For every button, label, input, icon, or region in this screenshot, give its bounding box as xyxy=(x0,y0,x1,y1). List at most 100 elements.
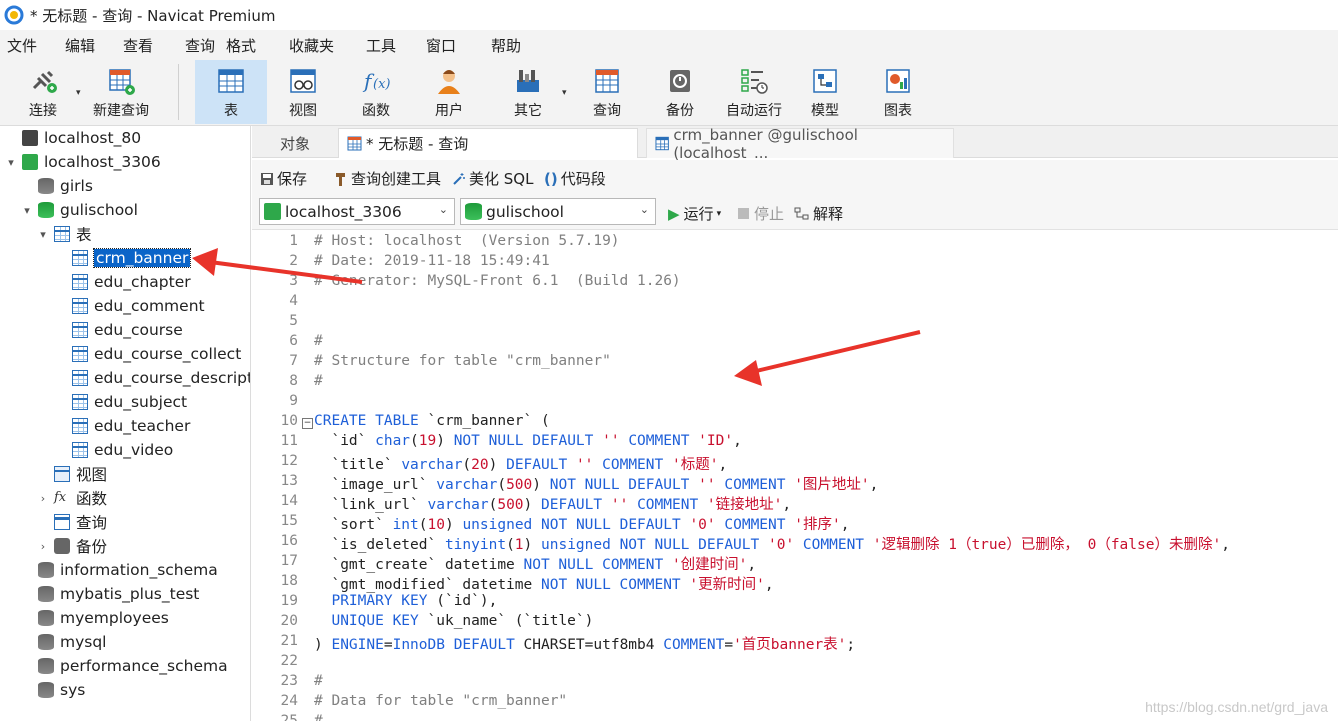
beautify-sql-button[interactable]: 美化 SQL xyxy=(452,168,533,189)
code-token: `sort` xyxy=(314,517,393,533)
tree-backups-folder[interactable]: › 备份 xyxy=(36,534,107,558)
menu-tools[interactable]: 工具 xyxy=(366,35,396,56)
menu-window[interactable]: 窗口 xyxy=(426,35,456,56)
chart-button[interactable]: 图表 xyxy=(863,60,933,124)
menu-query[interactable]: 查询 xyxy=(185,35,215,56)
backup-button[interactable]: 备份 xyxy=(645,60,715,124)
tree-table-item[interactable]: edu_course_descripti xyxy=(54,366,250,390)
other-dropdown-icon[interactable]: ▾ xyxy=(562,88,567,98)
database-icon xyxy=(38,634,54,650)
view-button[interactable]: 视图 xyxy=(268,60,338,124)
tree-queries-folder[interactable]: 查询 xyxy=(36,510,107,534)
tree-connection-localhost-3306[interactable]: ▾ localhost_3306 xyxy=(4,150,161,174)
view-icon xyxy=(54,466,70,482)
tab-objects[interactable]: 对象 xyxy=(272,128,318,158)
tab-query[interactable]: * 无标题 - 查询 xyxy=(338,128,638,158)
menu-favorites[interactable]: 收藏夹 xyxy=(289,35,334,56)
connection-select[interactable]: localhost_3306 ⌄ xyxy=(259,198,455,225)
code-token: `gmt_create` datetime xyxy=(314,557,524,573)
tree-table-item[interactable]: edu_subject xyxy=(54,390,187,414)
line-number: 7 xyxy=(289,353,298,369)
code-token: COMMENT xyxy=(602,457,664,473)
tree-db-gulischool[interactable]: ▾ gulischool xyxy=(20,198,138,222)
tree-db-item[interactable]: mysql xyxy=(20,630,107,654)
code-token: '' xyxy=(610,497,629,513)
tree-connection-localhost-80[interactable]: localhost_80 xyxy=(4,126,141,150)
user-button[interactable]: 用户 xyxy=(414,60,484,124)
query-builder-button[interactable]: 查询创建工具 xyxy=(334,168,441,189)
tree-db-girls[interactable]: girls xyxy=(20,174,93,198)
user-label: 用户 xyxy=(435,103,463,119)
code-token: , xyxy=(764,577,774,593)
user-icon xyxy=(434,66,464,96)
tab-table-crm-banner[interactable]: crm_banner @gulischool (localhost_... xyxy=(646,126,954,162)
tree-table-item[interactable]: edu_chapter xyxy=(54,270,191,294)
code-token: , xyxy=(718,457,728,473)
code-token: COMMENT xyxy=(663,637,725,653)
table-button[interactable]: 表 xyxy=(195,60,267,124)
menu-help[interactable]: 帮助 xyxy=(491,35,521,56)
braces-icon: () xyxy=(544,169,558,188)
code-token: ( xyxy=(410,433,419,449)
line-number: 14 xyxy=(280,493,298,509)
tree-table-item[interactable]: edu_comment xyxy=(54,294,205,318)
run-button[interactable]: ▶ 运行 ▾ xyxy=(668,203,721,224)
code-token: 'ID' xyxy=(698,433,734,449)
fold-toggle-icon[interactable]: − xyxy=(302,418,313,429)
table-icon xyxy=(72,394,88,410)
stop-button[interactable]: 停止 xyxy=(738,203,784,224)
chevron-right-icon[interactable]: › xyxy=(36,492,50,505)
query-button[interactable]: 查询 xyxy=(572,60,642,124)
code-snippet-button[interactable]: () 代码段 xyxy=(544,168,606,189)
code-line: `gmt_create` datetime NOT NULL COMMENT '… xyxy=(314,553,756,574)
code-line: `sort` int(10) unsigned NOT NULL DEFAULT… xyxy=(314,513,849,534)
tree-table-item[interactable]: crm_banner xyxy=(54,246,192,270)
database-select[interactable]: gulischool ⌄ xyxy=(460,198,656,225)
navigation-tree[interactable]: localhost_80 ▾ localhost_3306 girls ▾ gu… xyxy=(0,126,251,721)
function-icon: f (x) xyxy=(361,66,391,96)
model-button[interactable]: 模型 xyxy=(790,60,860,124)
tree-views-folder[interactable]: 视图 xyxy=(36,462,107,486)
chevron-down-icon: ⌄ xyxy=(438,203,448,216)
tree-label: 备份 xyxy=(76,538,108,556)
new-query-button[interactable]: 新建查询 xyxy=(86,60,156,124)
code-token: unsigned NOT NULL DEFAULT xyxy=(541,537,760,553)
tree-db-item[interactable]: information_schema xyxy=(20,558,218,582)
explain-button[interactable]: 解释 xyxy=(794,203,843,224)
save-button[interactable]: 保存 xyxy=(260,168,307,189)
tree-db-item[interactable]: myemployees xyxy=(20,606,169,630)
tree-table-item[interactable]: edu_course xyxy=(54,318,183,342)
connect-dropdown-icon[interactable]: ▾ xyxy=(76,88,81,98)
chevron-down-icon[interactable]: ▾ xyxy=(20,204,34,217)
menu-file[interactable]: 文件 xyxy=(7,35,37,56)
tree-tables-folder[interactable]: ▾ 表 xyxy=(36,222,92,246)
tree-label: performance_schema xyxy=(60,657,228,675)
chevron-right-icon[interactable]: › xyxy=(36,540,50,553)
tree-db-item[interactable]: mybatis_plus_test xyxy=(20,582,199,606)
table-icon xyxy=(72,298,88,314)
menu-view[interactable]: 查看 xyxy=(123,35,153,56)
tree-table-item[interactable]: edu_teacher xyxy=(54,414,190,438)
sql-editor[interactable]: 1 2 3 4 5 6 7 8 9 10 11 12 13 14 15 16 1… xyxy=(252,231,1338,721)
other-button[interactable]: 其它 xyxy=(493,60,563,124)
query-label: 查询 xyxy=(593,103,621,119)
run-dropdown-icon[interactable]: ▾ xyxy=(717,209,722,219)
connect-button[interactable]: 连接 xyxy=(8,60,78,124)
tree-db-item[interactable]: performance_schema xyxy=(20,654,228,678)
tree-table-item[interactable]: edu_course_collect xyxy=(54,342,241,366)
tree-functions-folder[interactable]: › fx 函数 xyxy=(36,486,107,510)
chevron-down-icon[interactable]: ▾ xyxy=(4,156,18,169)
tree-db-item[interactable]: sys xyxy=(20,678,85,702)
code-token: 10 xyxy=(427,517,445,533)
chevron-down-icon[interactable]: ▾ xyxy=(36,228,50,241)
tree-table-item[interactable]: edu_video xyxy=(54,438,173,462)
function-button[interactable]: f (x) 函数 xyxy=(341,60,411,124)
automation-button[interactable]: 自动运行 xyxy=(716,60,792,124)
code-token: # Date: 2019-11-18 15:49:41 xyxy=(314,253,550,269)
code-token: '' xyxy=(698,477,716,493)
menu-edit[interactable]: 编辑 xyxy=(65,35,95,56)
menu-format[interactable]: 格式 xyxy=(226,35,256,56)
